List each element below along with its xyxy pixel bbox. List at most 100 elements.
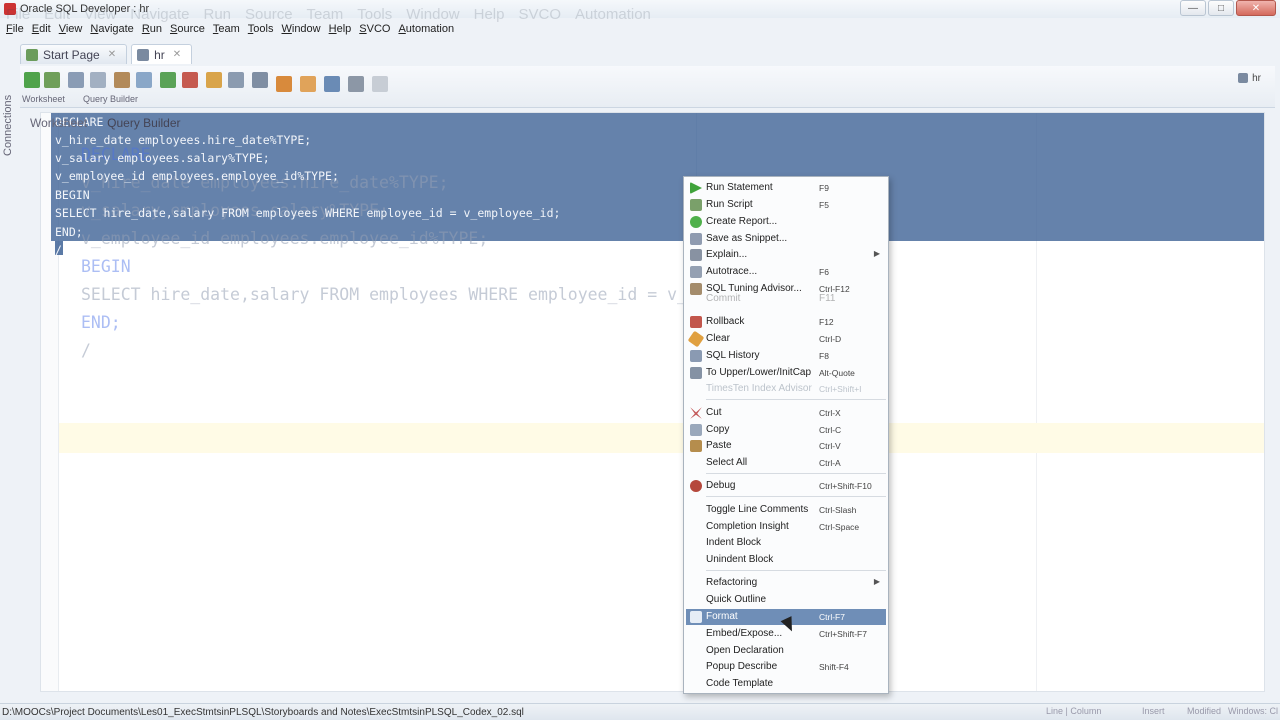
menu-file[interactable]: File [4,23,30,35]
menu-item-autotrace[interactable]: Autotrace... F6 [686,264,886,280]
tab-hr[interactable]: hr ✕ [131,44,193,64]
query-builder-label[interactable]: Query Builder [83,94,138,104]
close-icon[interactable]: ✕ [173,49,181,60]
find-icon[interactable] [324,76,340,92]
menu-item-run-script[interactable]: Run Script F5 [686,197,886,213]
tab-worksheet[interactable]: Worksheet [20,110,97,136]
format-icon [690,611,702,623]
save-icon[interactable] [136,72,152,88]
status-bar: D:\MOOCs\Project Documents\Les01_ExecStm… [0,703,1280,720]
maximize-button[interactable]: □ [1208,0,1234,16]
menu-item-select-all[interactable]: Select All Ctrl-A [686,455,886,471]
code-line-selected: v_employee_id employees.employee_id%TYPE… [55,169,339,183]
code-line-selected: / [55,243,62,257]
tuning-advisor-icon[interactable] [114,72,130,88]
menu-item-copy[interactable]: Copy Ctrl-C [686,422,886,438]
line-column-status: Line | Column [1046,706,1102,716]
menu-item-sql-tuning-advisor[interactable]: SQL Tuning Advisor... Ctrl-F12 Commit F11 [686,281,886,304]
menu-item-unindent-block[interactable]: Unindent Block [686,552,886,568]
menu-item-refactoring[interactable]: Refactoring ▶ [686,575,886,591]
report-icon [690,216,702,228]
menu-item-completion-insight[interactable]: Completion Insight Ctrl-Space [686,519,886,535]
history-icon [690,350,702,362]
code-line-selected: END; [55,225,83,239]
case-icon[interactable] [252,72,268,88]
modified-status: Modified [1187,706,1222,716]
start-page-icon [26,49,38,61]
menu-item-paste[interactable]: Paste Ctrl-V [686,438,886,454]
menu-run[interactable]: Run [140,23,168,35]
code-line: BEGIN [81,257,131,276]
tuning-icon [690,283,702,295]
run-script-icon[interactable] [44,72,60,88]
eraser-icon[interactable] [300,76,316,92]
debug-icon [690,480,702,492]
format-text-icon[interactable] [348,76,364,92]
menu-navigate[interactable]: Navigate [88,23,139,35]
tab-start-page[interactable]: Start Page ✕ [20,44,128,64]
menu-source[interactable]: Source [168,23,211,35]
menu-separator [706,473,886,474]
close-icon[interactable]: ✕ [108,49,116,60]
tab-hr-label: hr [154,47,165,62]
autotrace-icon [690,266,702,278]
menu-edit[interactable]: Edit [30,23,57,35]
menu-svco[interactable]: SVCO [357,23,396,35]
sql-editor[interactable]: DECLARE v_hire_date employees.hire_date%… [40,112,1265,692]
connections-panel-tab[interactable]: Connections [2,66,18,156]
menu-separator [706,399,886,400]
clear-icon[interactable] [206,72,222,88]
menu-item-toggle-line-comments[interactable]: Toggle Line Comments Ctrl-Slash [686,502,886,518]
submenu-arrow-icon: ▶ [873,249,880,258]
menu-item-code-template[interactable]: Code Template [686,676,886,692]
copy-icon [690,424,702,436]
menu-separator [706,570,886,571]
sql-icon[interactable] [276,76,292,92]
run-statement-icon[interactable] [24,72,40,88]
paste-icon [690,440,702,452]
menu-item-explain[interactable]: Explain... ▶ [686,247,886,263]
menu-item-open-declaration[interactable]: Open Declaration [686,643,886,659]
submenu-arrow-icon: ▶ [873,577,880,586]
menu-item-run-statement[interactable]: Run Statement F9 [686,180,886,196]
history-icon[interactable] [228,72,244,88]
menu-item-debug[interactable]: Debug Ctrl+Shift-F10 [686,478,886,494]
menu-item-popup-describe[interactable]: Popup Describe Shift-F4 [686,659,886,675]
code-line-selected: BEGIN [55,188,90,202]
menu-item-rollback[interactable]: Rollback F12 [686,314,886,330]
menu-tools[interactable]: Tools [246,23,280,35]
connection-select[interactable]: hr [1236,70,1265,86]
menu-team[interactable]: Team [211,23,246,35]
document-tabs: Start Page ✕ hr ✕ [20,44,193,66]
close-button[interactable]: ✕ [1236,0,1276,16]
menu-item-save-as-snippet[interactable]: Save as Snippet... [686,231,886,247]
menu-item-create-report[interactable]: Create Report... [686,214,886,230]
menu-item-quick-outline[interactable]: Quick Outline [686,592,886,608]
menu-item-commit-ghost: Commit F11 [706,293,836,304]
rollback-icon [690,316,702,328]
menu-help[interactable]: Help [327,23,358,35]
commit-icon[interactable] [160,72,176,88]
insert-mode-status: Insert [1142,706,1165,716]
menu-item-sql-history[interactable]: SQL History F8 [686,348,886,364]
code-line: / [81,341,91,360]
current-line-highlight [59,423,1264,453]
menu-window[interactable]: Window [279,23,326,35]
database-icon [137,49,150,61]
autotrace-icon[interactable] [68,72,84,88]
menu-item-to-upper-lower-initcap[interactable]: To Upper/Lower/InitCap Alt-Quote [686,365,886,381]
worksheet-label[interactable]: Worksheet [22,94,65,104]
tab-query-builder[interactable]: Query Builder [97,110,190,136]
window-title: Oracle SQL Developer : hr [20,3,150,15]
menu-item-indent-block[interactable]: Indent Block [686,535,886,551]
menu-view[interactable]: View [57,23,89,35]
menu-automation[interactable]: Automation [396,23,460,35]
minimize-button[interactable]: — [1180,0,1206,16]
menu-item-cut[interactable]: Cut Ctrl-X [686,405,886,421]
case-icon [690,367,702,379]
window-controls: — □ ✕ [1180,0,1276,16]
rollback-icon[interactable] [182,72,198,88]
explain-plan-icon[interactable] [90,72,106,88]
script-icon [690,199,702,211]
menu-item-clear[interactable]: Clear Ctrl-D [686,330,886,348]
